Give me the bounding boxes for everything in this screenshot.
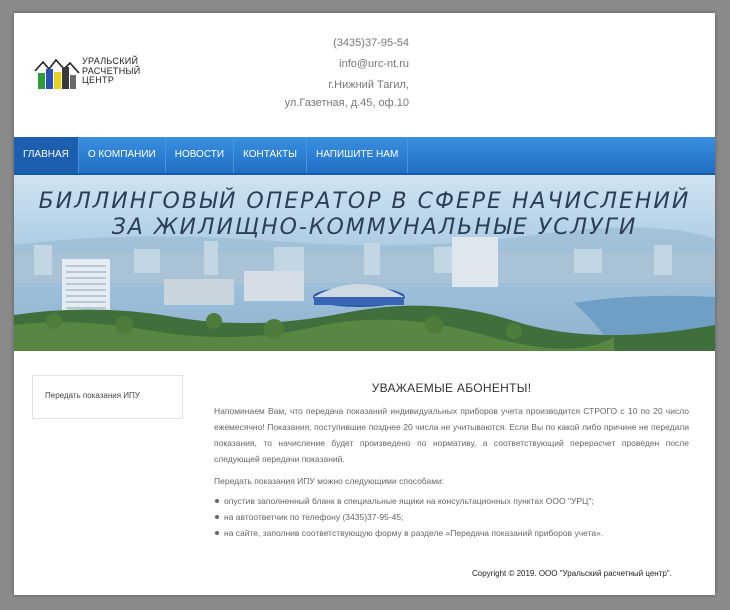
sidebar: Передать показания ИПУ xyxy=(32,375,183,419)
logo-text: Уральский расчетный центр xyxy=(82,56,141,85)
phone: (3435)37-95-54 xyxy=(333,37,409,49)
ways-list: опустив заполненный бланк в специальные … xyxy=(214,493,689,541)
list-item: опустив заполненный бланк в специальные … xyxy=(215,493,689,509)
contact-block: (3435)37-95-54 info@urc-nt.ru г.Нижний Т… xyxy=(274,37,409,118)
page-title: УВАЖАЕМЫЕ АБОНЕНТЫ! xyxy=(371,381,532,395)
banner-title-line2: за жилищно-коммунальные услуги xyxy=(111,215,638,240)
hero-banner: Биллинговый оператор в сфере начислений … xyxy=(14,175,715,351)
sidebar-link-submit-readings[interactable]: Передать показания ИПУ xyxy=(45,391,140,400)
address: ул.Газетная, д.45, оф.10 xyxy=(284,97,409,109)
nav-item-home[interactable]: Главная xyxy=(14,137,79,173)
email[interactable]: info@urc-nt.ru xyxy=(274,58,409,71)
city: г.Нижний Тагил, xyxy=(328,79,409,91)
logo-buildings-icon xyxy=(34,58,80,89)
notice-paragraph: Напоминаем Вам, что передача показаний и… xyxy=(214,406,689,464)
nav-item-write-us[interactable]: Напишите нам xyxy=(307,137,409,173)
list-item: на автоответчик по телефону (3435)37-95-… xyxy=(215,509,689,525)
page: Уральский расчетный центр (3435)37-95-54… xyxy=(14,13,715,595)
logo[interactable]: Уральский расчетный центр xyxy=(34,56,144,93)
nav-item-about[interactable]: О компании xyxy=(79,137,166,173)
nav-item-contacts[interactable]: Контакты xyxy=(234,137,307,173)
list-item: на сайте, заполнив соответствующую форму… xyxy=(215,525,689,541)
main-nav: Главная О компании Новости Контакты Напи… xyxy=(14,137,715,175)
nav-item-news[interactable]: Новости xyxy=(166,137,235,173)
main-content: УВАЖАЕМЫЕ АБОНЕНТЫ! Напоминаем Вам, что … xyxy=(214,381,689,541)
ways-intro: Передать показания ИПУ можно следующими … xyxy=(214,476,445,486)
footer-copyright: Copyright © 2019. ООО "Уральский расчетн… xyxy=(472,569,672,578)
banner-title-line1: Биллинговый оператор в сфере начислений xyxy=(38,189,691,214)
